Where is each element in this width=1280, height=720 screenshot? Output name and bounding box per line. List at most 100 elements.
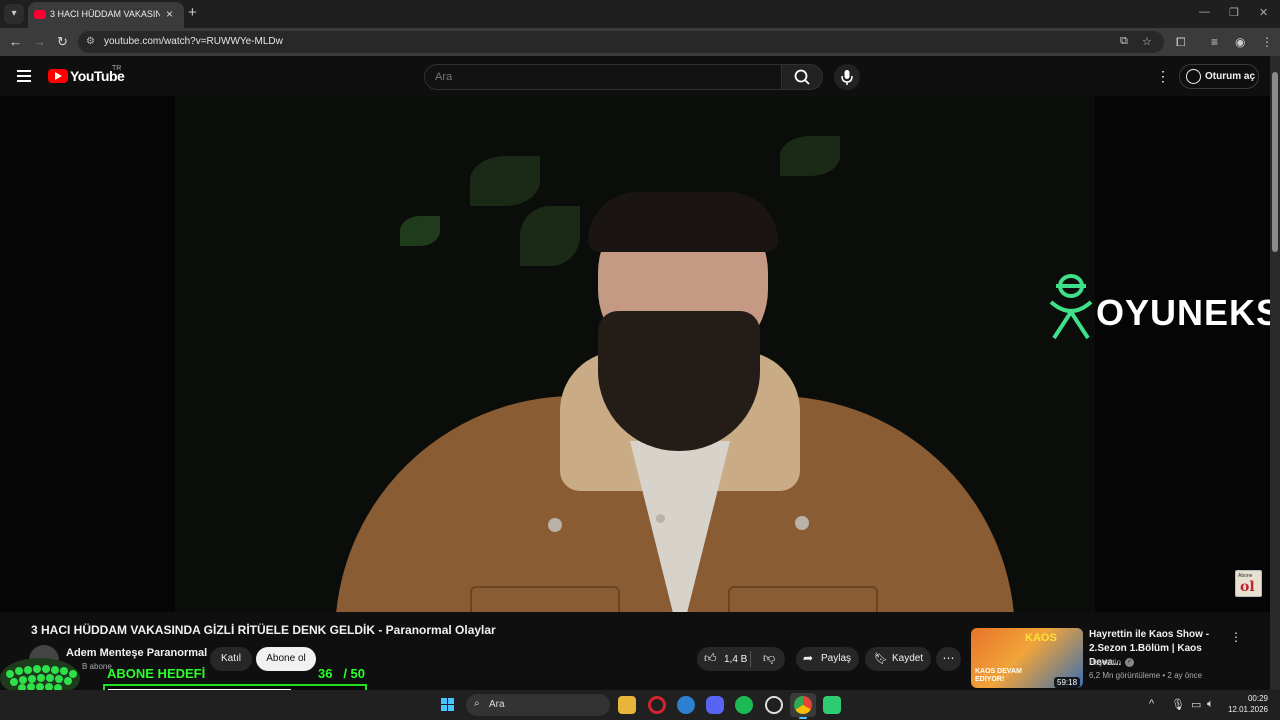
thumbs-down-icon[interactable]: 👎︎ [763,651,775,666]
share-label: Paylaş [821,653,852,664]
watermark-brand-text: OYUNEKS [1096,292,1270,333]
signin-button[interactable]: Oturum aç [1179,64,1259,89]
video-duration: 59:18 [1054,677,1081,688]
app-globe-icon[interactable] [677,696,695,714]
tray-chevron-icon[interactable]: ^ [1149,698,1154,710]
close-window-icon[interactable]: ✕ [1259,6,1268,19]
scrollbar-thumb[interactable] [1272,72,1278,252]
hamburger-menu-icon[interactable] [17,70,31,82]
settings-gear-icon[interactable] [765,696,783,714]
install-app-icon[interactable]: ⧉ [1120,35,1128,48]
clock-time: 00:29 [1247,694,1268,703]
related-more-icon[interactable]: ⋮ [1230,630,1242,644]
forward-arrow-icon[interactable]: → [33,34,46,49]
jacket-pocket [728,586,878,612]
settings-kebab-icon[interactable]: ⋮ [1156,68,1170,85]
badge-main-text: ol [1240,579,1255,595]
related-channel-name[interactable]: Hayrettin [1089,658,1121,667]
extensions-icon[interactable]: ⧠ [1176,35,1186,50]
chrome-icon[interactable] [794,696,812,714]
search-button[interactable] [781,64,823,90]
search-icon: ⌕ [474,698,480,709]
share-button[interactable]: ➦ Paylaş [796,647,859,671]
microphone-icon [841,70,853,85]
youtube-favicon-icon [34,10,46,19]
foliage [470,156,540,206]
like-dislike-group: 👍︎ 1,4 B 👎︎ [697,647,785,671]
os-taskbar: ⌕ Ara ^ 🎙︎ ▭ 🔈︎ 00:29 12.01.2026 [0,690,1280,720]
verified-check-icon: ✓ [1125,658,1134,667]
taskbar-search[interactable]: ⌕ Ara [466,694,610,716]
app-green-icon[interactable] [823,696,841,714]
goal-counter: 36 / 50 [318,666,365,681]
goal-label: ABONE HEDEFİ [107,666,206,681]
address-bar[interactable]: ⚙ youtube.com/watch?v=RUWWYe-MLDw ⧉ ☆ [78,31,1164,53]
spotify-icon[interactable] [735,696,753,714]
video-player[interactable]: OYUNEKS Abone ol [0,96,1270,612]
country-code: TR [112,65,122,72]
foliage [520,206,580,266]
tray-volume-icon[interactable]: 🔈︎ [1207,698,1214,711]
page-scrollbar[interactable] [1270,56,1280,690]
windows-start-icon[interactable] [441,698,455,712]
more-actions-button[interactable]: ⋯ [936,647,961,671]
voice-search-button[interactable] [834,64,860,90]
site-info-icon[interactable]: ⚙ [86,36,95,47]
browser-tab-bar: ▾ 3 HACI HÜDDAM VAKASINDA G × + — ❐ ✕ [0,0,1280,28]
account-circle-icon [1186,69,1201,84]
tab-search-dropdown[interactable]: ▾ [4,4,24,24]
browser-toolbar: ← → ↻ ⚙ youtube.com/watch?v=RUWWYe-MLDw … [0,28,1280,56]
system-clock[interactable]: 00:29 12.01.2026 [1224,693,1268,715]
thumbnail-title-text: KAOS [1025,632,1057,644]
browser-tab[interactable]: 3 HACI HÜDDAM VAKASINDA G × [28,2,184,28]
jacket-button [795,516,809,530]
back-arrow-icon[interactable]: ← [9,34,22,49]
video-title: 3 HACI HÜDDAM VAKASINDA GİZLİ RİTÜELE DE… [31,623,496,637]
active-app-indicator [799,717,807,719]
clock-date: 12.01.2026 [1227,705,1268,714]
profile-icon[interactable]: ◉ [1235,35,1245,49]
save-label: Kaydet [892,653,924,664]
browser-menu-icon[interactable]: ⋮ [1261,35,1273,49]
signin-label: Oturum aç [1205,71,1256,82]
tray-mic-icon[interactable]: 🎙︎ [1171,698,1185,711]
tray-display-icon[interactable]: ▭ [1191,698,1201,711]
taskbar-search-label: Ara [489,699,505,710]
goal-current: 36 [318,666,333,681]
person-hair [588,192,778,252]
opera-icon[interactable] [648,696,666,714]
thumbs-up-icon[interactable]: 👍︎ [704,651,717,666]
file-explorer-icon[interactable] [618,696,636,714]
minimize-icon[interactable]: — [1199,6,1210,18]
subscribe-button[interactable]: Abone ol [256,647,316,671]
reload-icon[interactable]: ↻ [57,34,68,50]
search-input[interactable] [424,64,782,90]
bookmark-star-icon[interactable]: ☆ [1142,35,1152,48]
search-icon [794,69,810,85]
save-button[interactable]: 🔖︎ Kaydet [865,647,931,671]
foliage [400,216,440,246]
media-control-icon[interactable]: ≡ [1211,35,1218,49]
share-arrow-icon: ➦ [803,651,814,665]
related-video-meta: 6,2 Mn görüntüleme • 2 ay önce [1089,671,1203,680]
jacket-button [548,518,562,532]
discord-icon[interactable] [706,696,724,714]
tab-close-icon[interactable]: × [166,7,173,21]
jacket-pocket [470,586,620,612]
subscribe-corner-badge[interactable]: Abone ol [1235,570,1262,597]
like-count[interactable]: 1,4 B [724,654,747,665]
foliage [780,136,840,176]
channel-name[interactable]: Adem Menteşe Paranormal [66,647,207,659]
join-button[interactable]: Katıl [210,647,252,671]
like-divider [750,651,751,667]
related-video-thumbnail[interactable]: KAOS KAOS DEVAM EDİYOR! 59:18 [971,628,1083,688]
jacket-button [656,514,665,523]
oyuneks-logo-icon [1049,274,1093,340]
bookmark-icon: 🔖︎ [874,653,888,665]
youtube-header: YouTube TR ⋮ Oturum aç [0,56,1270,96]
new-tab-button[interactable]: + [188,4,197,21]
restore-icon[interactable]: ❐ [1229,6,1239,19]
url-text[interactable]: youtube.com/watch?v=RUWWYe-MLDw [104,36,283,47]
youtube-logo-icon[interactable] [48,69,68,83]
goal-target: / 50 [343,666,365,681]
